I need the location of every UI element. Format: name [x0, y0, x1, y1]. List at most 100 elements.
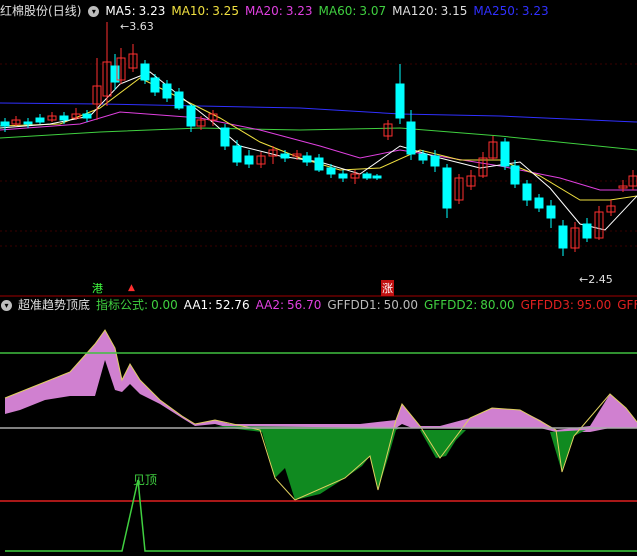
indicator-item-4: GFFDD3: 95.00	[521, 298, 612, 312]
ma-item-label: MA120:	[392, 4, 438, 18]
candle-body	[406, 121, 416, 155]
candlestick	[102, 22, 112, 106]
candle-body	[500, 141, 510, 167]
candlestick	[582, 218, 592, 242]
period-label: (日线)	[48, 4, 82, 18]
candlestick	[174, 88, 184, 110]
indicator-panel[interactable]	[0, 329, 637, 552]
ma-item-value: 3.23	[521, 4, 549, 18]
candle-body	[232, 145, 242, 163]
indicator-item-label: AA1:	[183, 298, 213, 312]
candlesticks[interactable]	[0, 22, 637, 256]
indicator-item-value: 56.70	[287, 298, 322, 312]
candlestick	[150, 74, 160, 96]
ma-values: MA5: 3.23 MA10: 3.25 MA20: 3.23 MA60: 3.07 MA120…	[105, 4, 554, 18]
aa-bullish-area	[5, 330, 637, 432]
event-marker-zhang[interactable]: 涨	[381, 280, 394, 296]
candlestick	[220, 124, 230, 150]
candlestick	[280, 150, 290, 162]
candle-body	[338, 173, 348, 179]
indicator-item-value: 50.00	[383, 298, 418, 312]
candlestick	[628, 170, 637, 190]
indicator-values: AA1: 52.76 AA2: 56.70 GFFDD1: 50.00 GFFDD2: 80.…	[184, 298, 637, 312]
candlestick	[256, 152, 266, 168]
ma-item-4: MA120: 3.15	[392, 4, 467, 18]
ma20-line	[0, 111, 637, 191]
main-price-panel[interactable]	[0, 22, 637, 256]
candle-body	[23, 121, 33, 125]
ma10-line	[0, 77, 637, 201]
ma-item-3: MA60: 3.07	[319, 4, 387, 18]
indicator-item-label: GFFDD1:	[327, 298, 381, 312]
low-arrow-icon: ←	[579, 273, 589, 286]
candlestick	[406, 110, 416, 160]
candlestick	[232, 140, 242, 166]
candle-body	[534, 197, 544, 209]
ma-item-0: MA5: 3.23	[105, 4, 165, 18]
candlestick	[522, 180, 532, 206]
candle-body	[395, 83, 405, 119]
ma-item-label: MA250:	[473, 4, 519, 18]
ma-item-label: MA20:	[244, 4, 283, 18]
event-marker-gang[interactable]: 港	[92, 280, 103, 296]
candlestick	[454, 174, 464, 204]
candle-body	[430, 155, 440, 167]
candlestick	[23, 118, 33, 128]
indicator-item-value: 95.00	[576, 298, 612, 312]
ma-item-value: 3.23	[138, 4, 166, 18]
candle-body	[442, 167, 452, 209]
indicator-item-label: GFFDD3:	[520, 298, 574, 312]
candle-body	[82, 113, 92, 119]
stock-chart[interactable]	[0, 0, 637, 556]
ma-item-value: 3.25	[212, 4, 239, 18]
low-price-value: 2.45	[588, 273, 613, 286]
ma-item-label: MA5:	[105, 4, 136, 18]
candlestick	[11, 116, 21, 126]
ma-item-1: MA10: 3.25	[171, 4, 239, 18]
candle-body	[150, 77, 160, 93]
indicator-item-2: GFFDD1: 50.00	[327, 298, 418, 312]
candlestick	[338, 170, 348, 182]
indicator-item-label: GFFDD2:	[424, 298, 478, 312]
ma-item-label: MA60:	[318, 4, 357, 18]
ma-item-label: MA10:	[171, 4, 210, 18]
candlestick	[442, 164, 452, 218]
candlestick	[466, 170, 476, 190]
candle-body	[418, 153, 428, 161]
ma60-line	[0, 127, 637, 151]
high-price-label: ←3.63	[120, 20, 154, 33]
ma-item-value: 3.15	[440, 4, 468, 18]
candlestick	[35, 114, 45, 124]
candlestick	[383, 120, 393, 140]
indicator-item-label: GFFDD6:	[617, 298, 637, 312]
collapse-toggle-icon[interactable]: ▾	[88, 6, 100, 17]
candle-body	[244, 155, 254, 165]
high-arrow-icon: ←	[120, 20, 130, 33]
candlestick	[558, 220, 568, 256]
ma-item-value: 3.23	[285, 4, 313, 18]
indicator-title: 超准趋势顶底	[18, 298, 91, 312]
candle-body	[546, 205, 556, 219]
candlestick	[594, 206, 604, 240]
indicator-item-3: GFFDD2: 80.00	[424, 298, 515, 312]
indicator-item-1: AA2: 56.70	[256, 298, 322, 312]
candle-body	[582, 223, 592, 239]
indicator-toggle-icon[interactable]: ▾	[1, 300, 12, 311]
candlestick	[302, 152, 312, 166]
indicator-item-0: AA1: 52.76	[184, 298, 250, 312]
candlestick	[314, 154, 324, 172]
formula-label: 指标公式:	[96, 298, 149, 312]
candle-body	[314, 157, 324, 171]
candle-body	[558, 225, 568, 249]
candle-body	[140, 63, 150, 81]
candlestick	[534, 194, 544, 212]
stock-name: 红棉股份	[0, 4, 49, 18]
ma-item-5: MA250: 3.23	[473, 4, 548, 18]
candle-body	[522, 183, 532, 201]
candlestick	[128, 44, 138, 72]
main-header: 红棉股份(日线) ▾ MA5: 3.23 MA10: 3.25 MA20: 3.23 MA60:…	[0, 2, 637, 20]
candle-body	[162, 83, 172, 99]
indicator-header: ▾ 超准趋势顶底 指标公式: 0.00 AA1: 52.76 AA2: 56.70 GFFDD1…	[0, 296, 637, 314]
ma-item-value: 3.07	[359, 4, 387, 18]
candlestick	[372, 174, 382, 180]
